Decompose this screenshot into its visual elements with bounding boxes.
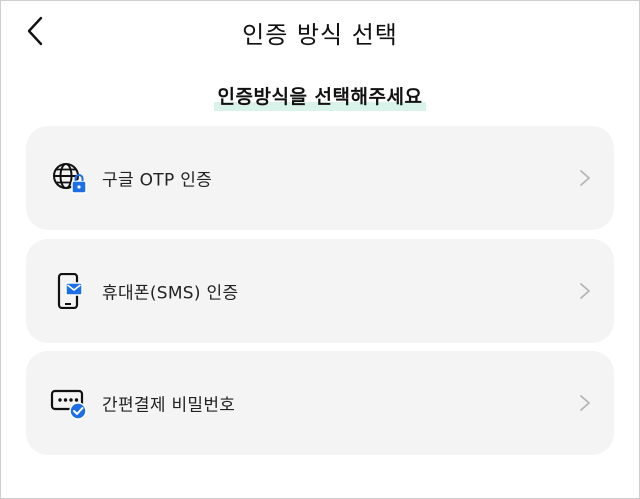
header: 인증 방식 선택 — [0, 0, 640, 64]
globe-lock-icon — [53, 163, 87, 194]
section-subtitle: 인증방식을 선택해주세요 — [213, 82, 427, 111]
option-label: 구글 OTP 인증 — [102, 170, 213, 191]
option-label: 간편결제 비밀번호 — [102, 395, 236, 416]
option-google-otp[interactable]: 구글 OTP 인증 — [26, 126, 614, 230]
chevron-right-icon — [580, 395, 590, 411]
subtitle-text: 인증방식을 선택해주세요 — [217, 86, 423, 108]
option-label: 휴대폰(SMS) 인증 — [102, 283, 239, 304]
password-check-icon — [50, 389, 87, 420]
chevron-right-icon — [580, 170, 590, 186]
page-title: 인증 방식 선택 — [242, 21, 398, 49]
chevron-right-icon — [580, 283, 590, 299]
phone-message-icon — [57, 273, 83, 309]
option-sms[interactable]: 휴대폰(SMS) 인증 — [26, 239, 614, 343]
option-payment-password[interactable]: 간편결제 비밀번호 — [26, 351, 614, 455]
